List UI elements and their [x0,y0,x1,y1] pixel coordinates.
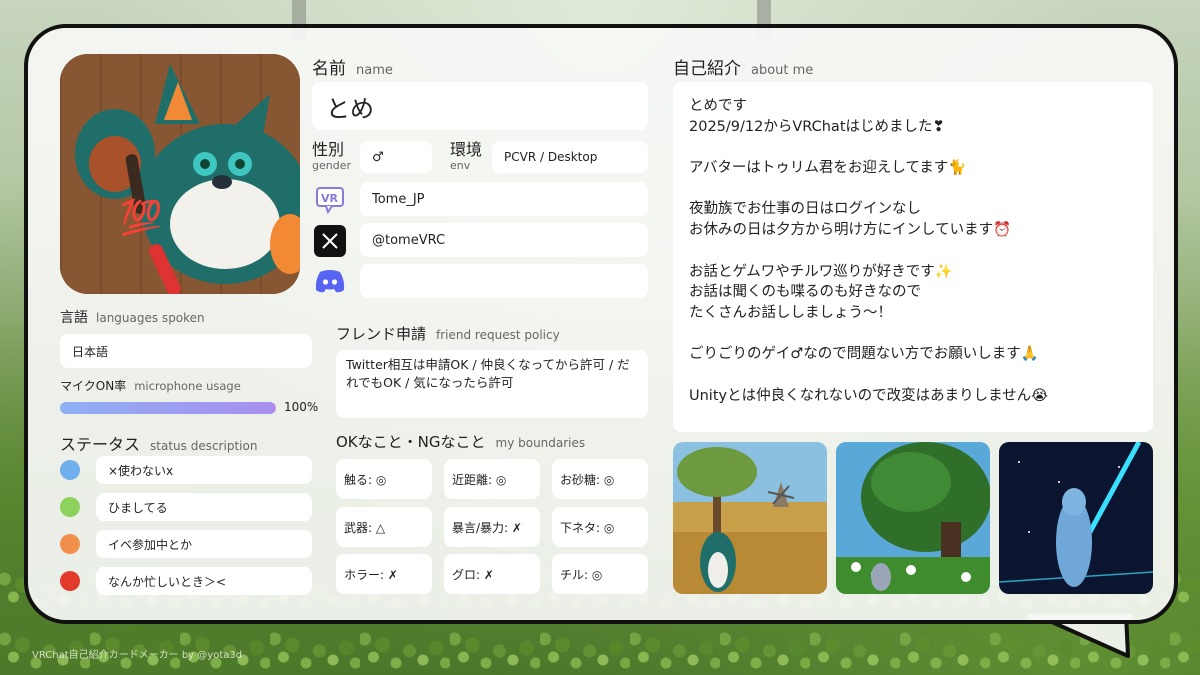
status-color-dot [60,497,80,517]
about-label-en: about me [751,63,814,78]
about-label: 自己紹介 [673,59,741,79]
mic-usage-bar [60,402,276,414]
mic-usage-fill [60,402,276,414]
about-line: お話とゲムワやチルワ巡りが好きです✨ [689,263,953,280]
status-item: ひましてる [96,493,312,521]
about-line: たくさんお話ししましょう〜！ [689,304,892,321]
gender-label: 性別 [312,140,345,159]
boundary-item: チル: ◎ [552,554,648,594]
about-line: とめです [689,98,747,114]
about-text: とめです 2025/9/12からVRChatはじめました❣ アバターはトゥリム君をお… [673,82,1153,432]
name-label-en: name [356,63,393,78]
photo-thumbnail [999,442,1153,594]
status-color-dot [60,571,80,591]
avatar-image: 💯 [60,54,300,294]
footer-credit: VRChat自己紹介カードメーカー by @yota3d [32,650,243,661]
about-heading: 自己紹介 about me [673,54,813,79]
friend-request-policy: Twitter相互は申請OK / 仲良くなってから許可 / だれでもOK / 気… [336,350,648,418]
x-icon [314,225,346,257]
mic-heading: マイクON率 microphone usage [60,377,241,394]
about-line: 2025/9/12からVRChatはじめました❣ [689,118,945,135]
about-line-gap [689,365,1137,386]
status-label-en: status description [150,439,258,453]
boundary-item: グロ: ✗ [444,554,540,594]
about-line: 夜勤族でお仕事の日はログインなし [689,201,921,218]
boundaries-heading: OKなこと・NGなこと my boundaries [336,431,585,452]
discord-icon [314,265,346,297]
friend-request-label: フレンド申請 [336,325,427,343]
about-line-gap [689,137,1137,158]
gender-field: ♂ [360,141,432,173]
name-heading: 名前 name [312,54,393,79]
boundary-item: 近距離: ◎ [444,459,540,499]
languages-heading: 言語 languages spoken [60,307,205,327]
boundary-item: ホラー: ✗ [336,554,432,594]
boundary-item: 下ネタ: ◎ [552,507,648,547]
gender-heading: 性別 gender [312,140,351,172]
mic-percent: 100% [284,400,319,414]
about-line-gap [689,324,1137,345]
boundaries-label-en: my boundaries [495,436,586,450]
status-label: ステータス [60,435,141,454]
env-label-en: env [450,159,471,172]
vrchat-id-field: Tome_JP [360,182,648,216]
about-line: ごりごりのゲイ♂なので問題ない方でお願いします🙏 [689,346,1039,363]
status-item: イベ参加中とか [96,530,312,558]
env-field: PCVR / Desktop [492,141,648,173]
languages-field: 日本語 [60,334,312,368]
env-label: 環境 [450,140,483,159]
boundary-item: 触る: ◎ [336,459,432,499]
status-item: ×使わないx [96,456,312,484]
mic-label-en: microphone usage [134,379,241,393]
boundary-item: 武器: △ [336,507,432,547]
status-heading: ステータス status description [60,431,257,455]
x-handle-field: @tomeVRC [360,223,648,257]
about-line: Unityとは仲良くなれないので改変はあまりしません😭 [689,387,1049,404]
gender-label-en: gender [312,159,351,172]
about-line: お休みの日は夕方から明け方にインしています⏰ [689,222,1012,239]
status-item: なんか忙しいとき＞< [96,567,312,595]
vrchat-icon: VR [314,184,346,216]
discord-field [360,264,648,298]
about-line: アバターはトゥリム君をお迎えしてます🐈 [689,160,967,177]
languages-label: 言語 [60,310,88,326]
languages-label-en: languages spoken [96,311,205,325]
svg-text:💯: 💯 [120,198,162,238]
status-color-dot [60,534,80,554]
name-field: とめ [312,82,648,130]
about-line-gap [689,179,1137,200]
boundary-item: お砂糖: ◎ [552,459,648,499]
friend-request-label-en: friend request policy [436,328,560,342]
env-heading: 環境 env [450,140,483,172]
photo-thumbnail [836,442,990,594]
boundaries-label: OKなこと・NGなこと [336,433,486,451]
photo-thumbnail [673,442,827,594]
mic-label: マイクON率 [60,379,127,393]
boundary-item: 暴言/暴力: ✗ [444,507,540,547]
svg-text:VR: VR [321,192,339,205]
name-label: 名前 [312,59,346,79]
about-line-gap [689,241,1137,262]
friend-request-heading: フレンド申請 friend request policy [336,323,560,344]
about-line: お話は聞くのも喋るのも好きなので [689,284,921,301]
status-color-dot [60,460,80,480]
